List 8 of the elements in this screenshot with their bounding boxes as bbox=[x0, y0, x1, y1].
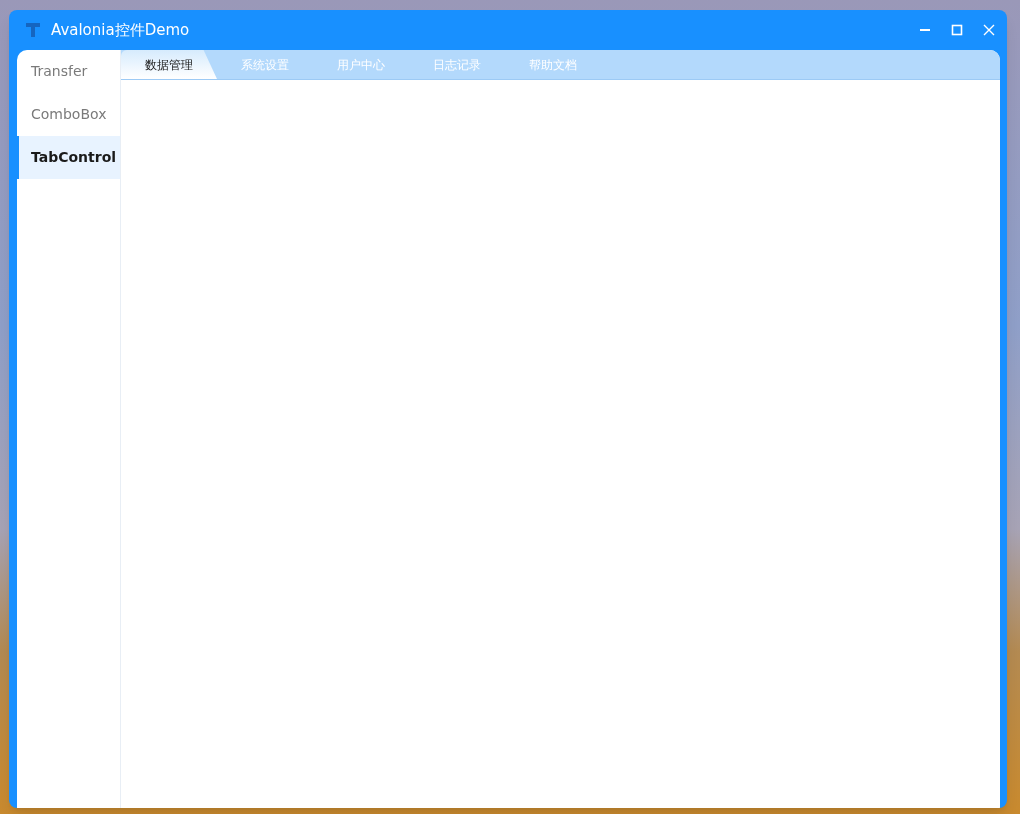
maximize-icon bbox=[951, 24, 963, 36]
close-icon bbox=[983, 24, 995, 36]
window-title: Avalonia控件Demo bbox=[51, 19, 190, 41]
sidebar-item[interactable]: ComboBox bbox=[17, 93, 120, 136]
sidebar-item[interactable]: Transfer bbox=[17, 50, 120, 93]
tab[interactable]: 数据管理 bbox=[121, 50, 217, 79]
sidebar-item[interactable]: TabControl bbox=[17, 136, 120, 179]
app-logo-icon bbox=[25, 22, 41, 38]
